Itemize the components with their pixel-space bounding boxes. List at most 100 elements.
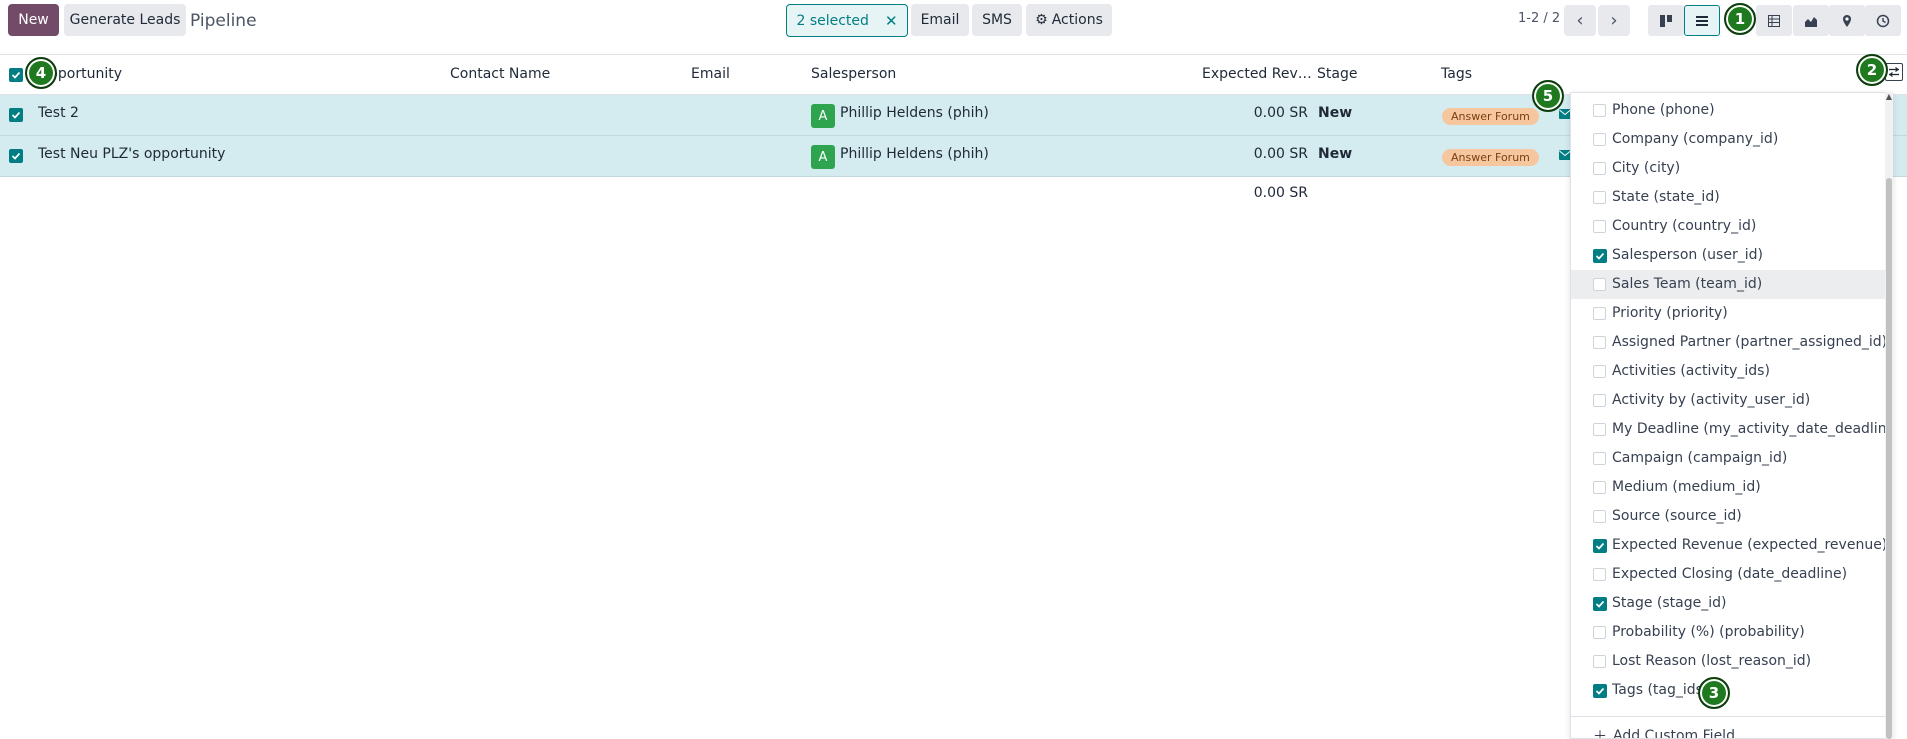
- optional-column-item[interactable]: Assigned Partner (partner_assigned_id): [1571, 328, 1888, 357]
- activity-view-button[interactable]: [1865, 5, 1901, 36]
- optional-column-checkbox[interactable]: [1593, 307, 1606, 320]
- optional-column-checkbox[interactable]: [1593, 423, 1606, 436]
- optional-column-item[interactable]: Sales Team (team_id): [1571, 270, 1886, 299]
- optional-column-item[interactable]: Lost Reason (lost_reason_id): [1571, 647, 1886, 676]
- optional-column-item[interactable]: Campaign (campaign_id): [1571, 444, 1886, 473]
- select-all-checkbox[interactable]: [9, 68, 23, 82]
- cell-expected-revenue[interactable]: 0.00 SR: [1208, 146, 1308, 162]
- optional-column-label: Sales Team (team_id): [1612, 276, 1763, 292]
- cell-salesperson[interactable]: Phillip Heldens (phih): [840, 146, 989, 162]
- actions-button[interactable]: ⚙ Actions: [1026, 4, 1112, 36]
- column-header-email[interactable]: Email: [691, 66, 730, 82]
- cell-opportunity[interactable]: Test 2: [38, 105, 79, 121]
- column-header-expected-revenue[interactable]: Expected Rev…: [1202, 66, 1312, 82]
- avatar[interactable]: A: [811, 104, 835, 128]
- optional-column-item[interactable]: Activities (activity_ids): [1571, 357, 1886, 386]
- row-checkbox[interactable]: [9, 149, 23, 163]
- optional-column-checkbox[interactable]: [1593, 191, 1606, 204]
- optional-column-label: City (city): [1612, 160, 1681, 176]
- pager-next-button[interactable]: ›: [1598, 5, 1630, 36]
- optional-column-checkbox[interactable]: [1593, 655, 1606, 668]
- optional-column-item[interactable]: Expected Closing (date_deadline): [1571, 560, 1886, 589]
- optional-column-item[interactable]: State (state_id): [1571, 183, 1886, 212]
- optional-column-checkbox[interactable]: [1593, 597, 1607, 611]
- optional-column-checkbox[interactable]: [1593, 684, 1607, 698]
- optional-column-item[interactable]: Expected Revenue (expected_revenue): [1571, 531, 1887, 560]
- optional-column-checkbox[interactable]: [1593, 220, 1606, 233]
- cell-salesperson[interactable]: Phillip Heldens (phih): [840, 105, 989, 121]
- optional-column-item[interactable]: Company (company_id): [1571, 125, 1886, 154]
- cell-stage[interactable]: New: [1318, 146, 1352, 162]
- optional-column-checkbox[interactable]: [1593, 510, 1606, 523]
- add-custom-field-button[interactable]: ＋ Add Custom Field: [1593, 726, 1735, 738]
- optional-column-checkbox[interactable]: [1593, 249, 1607, 263]
- optional-column-item[interactable]: City (city): [1571, 154, 1886, 183]
- optional-column-item[interactable]: My Deadline (my_activity_date_deadline): [1571, 415, 1892, 444]
- optional-column-item[interactable]: Source (source_id): [1571, 502, 1886, 531]
- selection-badge[interactable]: 2 selected ✕: [786, 4, 908, 37]
- row-checkbox[interactable]: [9, 108, 23, 122]
- optional-column-checkbox[interactable]: [1593, 133, 1606, 146]
- cell-opportunity[interactable]: Test Neu PLZ's opportunity: [38, 146, 225, 162]
- sms-button[interactable]: SMS: [972, 4, 1022, 36]
- optional-columns-dropdown: Phone (phone) Company (company_id) City (c…: [1570, 92, 1893, 739]
- close-icon[interactable]: ✕: [885, 12, 898, 30]
- check-icon: [1595, 600, 1605, 608]
- optional-column-checkbox[interactable]: [1593, 104, 1606, 117]
- generate-leads-button[interactable]: Generate Leads: [64, 4, 186, 36]
- dropdown-scrollbar-thumb[interactable]: [1886, 178, 1892, 739]
- column-header-salesperson[interactable]: Salesperson: [811, 66, 896, 82]
- column-header-contact-name[interactable]: Contact Name: [450, 66, 550, 82]
- list-icon: [1696, 15, 1708, 26]
- optional-column-checkbox[interactable]: [1593, 452, 1606, 465]
- optional-column-checkbox[interactable]: [1593, 626, 1606, 639]
- map-view-button[interactable]: [1829, 5, 1865, 36]
- breadcrumb: Pipeline: [190, 11, 257, 31]
- pager-value[interactable]: 1-2 / 2: [1518, 11, 1560, 26]
- kanban-view-button[interactable]: [1648, 5, 1684, 36]
- avatar[interactable]: A: [811, 145, 835, 169]
- column-header-stage[interactable]: Stage: [1317, 66, 1357, 82]
- email-button[interactable]: Email: [911, 4, 969, 36]
- cell-expected-revenue[interactable]: 0.00 SR: [1208, 105, 1308, 121]
- optional-column-label: Campaign (campaign_id): [1612, 450, 1788, 466]
- area-chart-icon: [1805, 16, 1817, 27]
- list-view-button[interactable]: [1684, 5, 1720, 36]
- optional-column-item[interactable]: Priority (priority): [1571, 299, 1886, 328]
- optional-column-label: Lost Reason (lost_reason_id): [1612, 653, 1812, 669]
- actions-label: Actions: [1051, 12, 1103, 28]
- optional-column-item[interactable]: Probability (%) (probability): [1571, 618, 1886, 647]
- optional-column-checkbox[interactable]: [1593, 278, 1606, 291]
- optional-column-checkbox[interactable]: [1593, 162, 1606, 175]
- optional-column-checkbox[interactable]: [1593, 568, 1606, 581]
- optional-column-checkbox[interactable]: [1593, 481, 1606, 494]
- clock-icon: [1876, 14, 1890, 27]
- tag-badge[interactable]: Answer Forum: [1442, 149, 1539, 166]
- column-header-tags[interactable]: Tags: [1441, 66, 1472, 82]
- optional-column-label: Salesperson (user_id): [1612, 247, 1763, 263]
- optional-column-item[interactable]: Country (country_id): [1571, 212, 1886, 241]
- step-marker: 4: [25, 57, 57, 89]
- optional-column-label: State (state_id): [1612, 189, 1720, 205]
- tag-badge[interactable]: Answer Forum: [1442, 108, 1539, 125]
- optional-column-checkbox[interactable]: [1593, 394, 1606, 407]
- optional-column-item[interactable]: Activity by (activity_user_id): [1571, 386, 1886, 415]
- scroll-up-arrow-icon[interactable]: ▲: [1885, 92, 1893, 101]
- control-panel: New Generate Leads Pipeline 2 selected ✕…: [0, 0, 1907, 54]
- optional-column-item[interactable]: Salesperson (user_id): [1571, 241, 1886, 270]
- optional-column-item[interactable]: Phone (phone): [1571, 96, 1886, 125]
- pivot-view-button[interactable]: [1756, 5, 1792, 36]
- optional-column-item[interactable]: Stage (stage_id): [1571, 589, 1886, 618]
- optional-column-checkbox[interactable]: [1593, 365, 1606, 378]
- cell-stage[interactable]: New: [1318, 105, 1352, 121]
- optional-column-checkbox[interactable]: [1593, 336, 1606, 349]
- pager-previous-button[interactable]: ‹: [1564, 5, 1596, 36]
- check-icon: [1595, 542, 1605, 550]
- optional-column-checkbox[interactable]: [1593, 539, 1607, 553]
- optional-column-item[interactable]: Medium (medium_id): [1571, 473, 1886, 502]
- step-marker: 3: [1698, 677, 1730, 709]
- total-expected-revenue: 0.00 SR: [1253, 185, 1308, 201]
- optional-column-label: Assigned Partner (partner_assigned_id): [1612, 334, 1888, 350]
- graph-view-button[interactable]: [1793, 5, 1829, 36]
- new-button[interactable]: New: [8, 4, 59, 36]
